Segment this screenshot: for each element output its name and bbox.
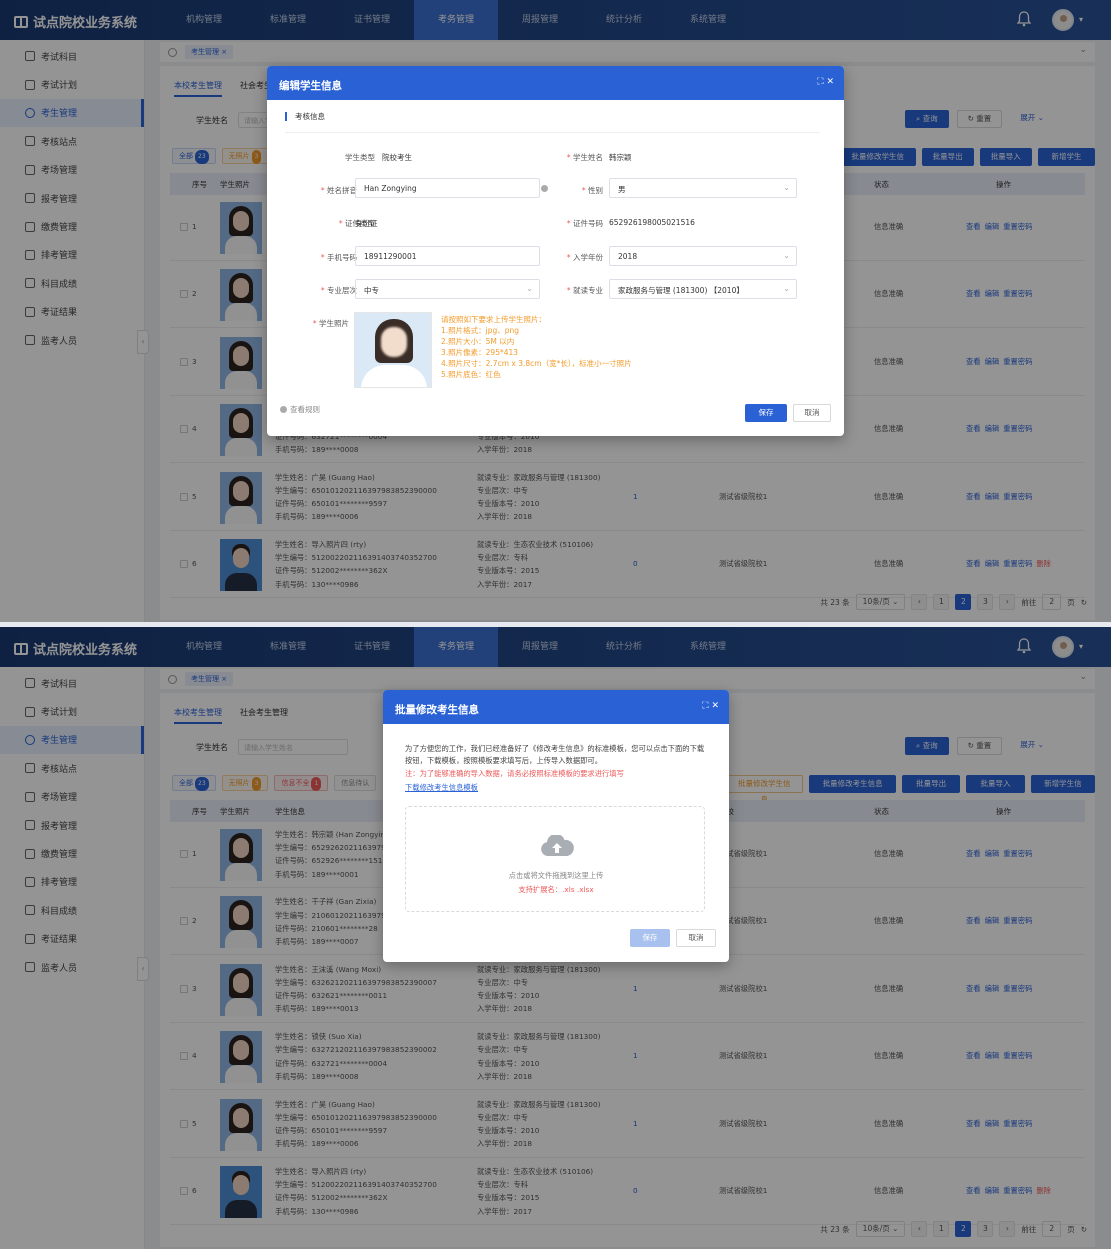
label-phone: * 手机号码 — [320, 253, 357, 262]
template-note: 注：为了能够准确的导入数据，请务必按照标准模板的要求进行填写 — [405, 769, 624, 778]
help-icon — [280, 406, 287, 413]
photo-requirements: 请按照如下要求上传学生照片： 1.照片格式：jpg、png 2.照片大小：5M … — [441, 315, 632, 379]
pinyin-input[interactable]: Han Zongying — [355, 178, 540, 198]
template-description: 为了方便您的工作，我们已经准备好了《修改考生信息》的标准模板，您可以点击下面的下… — [405, 744, 705, 765]
label-id-no: * 证件号码 — [566, 219, 603, 228]
section-title: 考核信息 — [285, 112, 325, 121]
fullscreen-close-icons[interactable]: ⛶ ✕ — [817, 77, 834, 87]
enroll-year-select[interactable]: 2018 ⌄ — [609, 246, 797, 266]
cancel-button[interactable]: 取消 — [676, 929, 716, 947]
save-button[interactable]: 保存 — [630, 929, 670, 947]
file-dropzone[interactable]: 点击或将文件拖拽到这里上传 支持扩展名：.xls .xlsx — [405, 806, 705, 912]
screen-batch-edit: 试点院校业务系统 机构管理 标准管理 证书管理 考务管理 周报管理 统计分析 系… — [0, 627, 1111, 1249]
chevron-down-icon: ⌄ — [526, 284, 533, 293]
view-rules-link[interactable]: 查看规则 — [280, 404, 320, 415]
major-select[interactable]: 家政服务与管理 (181300) 【2010】 ⌄ — [609, 279, 797, 299]
label-level: * 专业层次 — [320, 286, 357, 295]
chevron-down-icon: ⌄ — [783, 251, 790, 260]
fullscreen-close-icons[interactable]: ⛶ ✕ — [702, 701, 719, 711]
label-pinyin: * 姓名拼音 — [320, 186, 357, 195]
cancel-button[interactable]: 取消 — [793, 404, 831, 422]
allowed-extensions: 支持扩展名：.xls .xlsx — [518, 885, 594, 894]
value-id-no: 652926198005021516 — [609, 218, 695, 227]
value-student-type: 院校考生 — [382, 153, 412, 162]
label-major: * 就读专业 — [566, 286, 603, 295]
value-id-type: 身份证 — [355, 219, 378, 228]
modal-title: 编辑学生信息 — [279, 80, 342, 92]
modal-header: 编辑学生信息 ⛶ ✕ — [267, 66, 844, 100]
divider — [285, 132, 820, 133]
chevron-down-icon: ⌄ — [783, 183, 790, 192]
label-student-name: * 学生姓名 — [566, 153, 603, 162]
modal-title: 批量修改考生信息 — [395, 704, 479, 716]
save-button[interactable]: 保存 — [745, 404, 787, 422]
phone-input[interactable]: 18911290001 — [355, 246, 540, 266]
edit-student-modal: 编辑学生信息 ⛶ ✕ 考核信息 学生类型 院校考生 * 学生姓名 韩宗颖 * 姓名… — [267, 66, 844, 436]
chevron-down-icon: ⌄ — [783, 284, 790, 293]
batch-edit-modal: 批量修改考生信息 ⛶ ✕ 为了方便您的工作，我们已经准备好了《修改考生信息》的标准… — [383, 690, 729, 962]
label-student-type: 学生类型 — [345, 153, 375, 162]
label-enroll-year: * 入学年份 — [566, 253, 603, 262]
screen-edit-student: 试点院校业务系统 机构管理 标准管理 证书管理 考务管理 周报管理 统计分析 系… — [0, 0, 1111, 622]
gender-select[interactable]: 男 ⌄ — [609, 178, 797, 198]
download-template-link[interactable]: 下载修改考生信息模板 — [405, 783, 478, 793]
modal-header: 批量修改考生信息 ⛶ ✕ — [383, 690, 729, 724]
level-select[interactable]: 中专 ⌄ — [355, 279, 540, 299]
label-photo: * 学生照片 — [312, 319, 349, 328]
cloud-upload-icon — [541, 835, 574, 856]
value-student-name: 韩宗颖 — [609, 153, 632, 162]
student-photo-upload[interactable] — [354, 312, 432, 388]
dropzone-text: 点击或将文件拖拽到这里上传 — [508, 871, 604, 880]
label-gender: * 性别 — [581, 186, 603, 195]
